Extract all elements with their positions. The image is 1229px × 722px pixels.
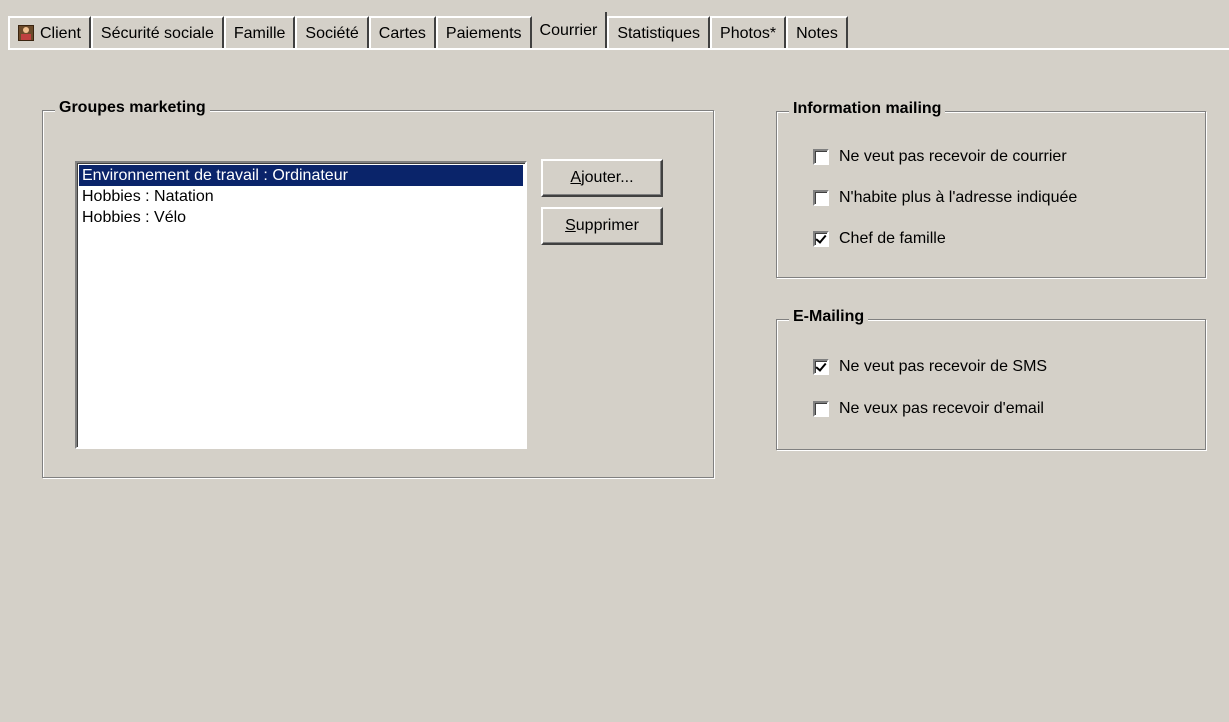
tab-label: Client <box>40 25 81 42</box>
no-mail-option[interactable]: Ne veut pas recevoir de courrier <box>813 148 1067 166</box>
add-button-label: jouter... <box>581 169 634 186</box>
moved-checkbox[interactable] <box>813 190 829 206</box>
no-sms-checkbox[interactable] <box>813 359 829 375</box>
tab-securite-sociale[interactable]: Sécurité sociale <box>90 16 224 48</box>
tab-photos[interactable]: Photos* <box>710 16 787 48</box>
mailing-info-box: Information mailing Ne veut pas recevoir… <box>776 100 1206 278</box>
head-of-family-label: Chef de famille <box>839 230 946 247</box>
list-item[interactable]: Hobbies : Vélo <box>79 207 523 228</box>
tab-famille[interactable]: Famille <box>223 16 296 48</box>
tab-cartes[interactable]: Cartes <box>368 16 436 48</box>
head-of-family-checkbox[interactable] <box>813 231 829 247</box>
emailing-box: E-Mailing Ne veut pas recevoir de SMS Ne… <box>776 308 1206 450</box>
add-button-mnemonic: A <box>570 169 582 186</box>
list-item[interactable]: Hobbies : Natation <box>79 186 523 207</box>
client-icon <box>18 25 34 41</box>
no-email-checkbox[interactable] <box>813 401 829 417</box>
tab-label: Courrier <box>539 22 598 39</box>
no-sms-option[interactable]: Ne veut pas recevoir de SMS <box>813 358 1047 376</box>
tab-statistiques[interactable]: Statistiques <box>607 16 711 48</box>
tab-societe[interactable]: Société <box>295 16 369 48</box>
tab-client[interactable]: Client <box>8 16 91 48</box>
list-item[interactable]: Environnement de travail : Ordinateur <box>79 165 523 186</box>
no-email-label: Ne veux pas recevoir d'email <box>839 400 1044 417</box>
tab-courrier[interactable]: Courrier <box>531 12 608 48</box>
remove-button-label: upprimer <box>575 217 639 234</box>
tab-label: Paiements <box>445 25 522 42</box>
add-group-button[interactable]: Ajouter... <box>541 159 663 197</box>
tab-body-border <box>8 48 1229 51</box>
moved-option[interactable]: N'habite plus à l'adresse indiquée <box>813 189 1077 207</box>
no-sms-label: Ne veut pas recevoir de SMS <box>839 358 1048 375</box>
tab-label: Statistiques <box>617 25 701 42</box>
marketing-groups-title: Groupes marketing <box>55 99 210 117</box>
tab-notes[interactable]: Notes <box>786 16 848 48</box>
tab-label: Notes <box>796 25 838 42</box>
tab-label: Sécurité sociale <box>100 25 214 42</box>
tab-paiements[interactable]: Paiements <box>435 16 532 48</box>
tab-label: Cartes <box>378 25 426 42</box>
tab-label: Famille <box>233 25 286 42</box>
moved-label: N'habite plus à l'adresse indiquée <box>839 189 1078 206</box>
remove-button-mnemonic: S <box>565 217 576 234</box>
tab-strip: Client Sécurité sociale Famille Société … <box>8 12 848 48</box>
tab-label: Photos* <box>720 25 777 42</box>
courrier-window: Client Sécurité sociale Famille Société … <box>0 0 1229 722</box>
marketing-groups-list[interactable]: Environnement de travail : Ordinateur Ho… <box>75 161 527 449</box>
remove-group-button[interactable]: Supprimer <box>541 207 663 245</box>
no-mail-checkbox[interactable] <box>813 149 829 165</box>
mailing-info-title: Information mailing <box>789 100 946 118</box>
no-mail-label: Ne veut pas recevoir de courrier <box>839 148 1067 165</box>
marketing-groups-box: Groupes marketing Environnement de trava… <box>42 99 714 478</box>
head-of-family-option[interactable]: Chef de famille <box>813 230 946 248</box>
emailing-title: E-Mailing <box>789 308 869 326</box>
no-email-option[interactable]: Ne veux pas recevoir d'email <box>813 400 1044 418</box>
tab-label: Société <box>305 25 359 42</box>
